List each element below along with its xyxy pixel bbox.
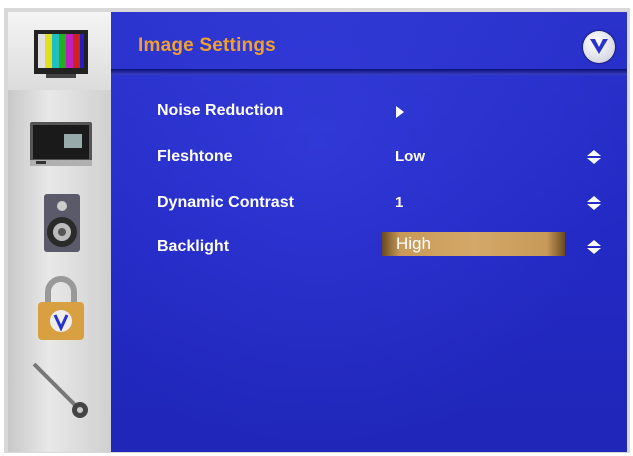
setting-value: High [396, 234, 431, 253]
tv-color-bars-icon[interactable] [26, 24, 96, 84]
setting-label: Noise Reduction [157, 102, 284, 119]
display-monitor-icon[interactable] [26, 112, 96, 172]
setting-label: Backlight [157, 238, 230, 255]
setting-label: Dynamic Contrast [157, 194, 294, 211]
setting-label: Fleshtone [157, 148, 233, 165]
up-down-arrows-icon[interactable] [587, 240, 601, 259]
setting-value: Low [395, 148, 425, 165]
padlock-icon[interactable] [26, 274, 96, 340]
setting-value: 1 [395, 194, 404, 211]
title-divider [111, 69, 627, 75]
vizio-logo-icon [583, 31, 615, 63]
up-down-arrows-icon[interactable] [587, 150, 601, 169]
selected-value-highlight[interactable]: High [382, 232, 565, 256]
speaker-icon[interactable] [26, 192, 96, 252]
wrench-icon[interactable] [26, 360, 96, 420]
page-title: Image Settings [138, 35, 276, 56]
submenu-arrow-icon[interactable] [396, 105, 404, 123]
setting-row-dynamic-contrast[interactable]: Dynamic Contrast 1 [111, 188, 627, 218]
setting-row-noise-reduction[interactable]: Noise Reduction [111, 96, 627, 126]
setting-row-fleshtone[interactable]: Fleshtone Low [111, 142, 627, 172]
up-down-arrows-icon[interactable] [587, 196, 601, 215]
settings-panel: Image Settings Noise Reduction Fleshtone… [111, 12, 627, 452]
setting-row-backlight[interactable]: Backlight High [111, 230, 627, 260]
sidebar [8, 12, 111, 452]
